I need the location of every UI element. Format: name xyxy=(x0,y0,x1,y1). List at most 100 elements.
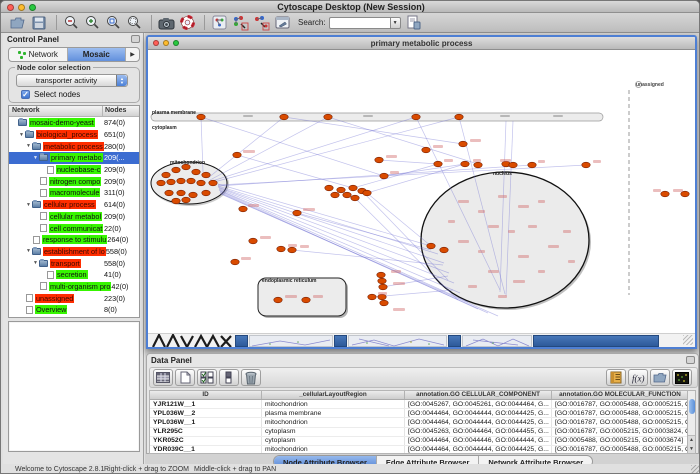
tree-column-nodes[interactable]: Nodes xyxy=(103,106,139,116)
birdseye-view-panel[interactable] xyxy=(8,321,140,452)
table-row[interactable]: YJR121W__1mitochondrion[GO:0045267, GO:0… xyxy=(150,400,689,409)
graph-node xyxy=(380,300,388,306)
title-bar[interactable]: Cytoscape Desktop (New Session) xyxy=(1,1,700,13)
node-label-decoration xyxy=(563,230,571,233)
tree-row[interactable]: ▼establishment of lo558(0) xyxy=(9,246,139,258)
node-label-decoration xyxy=(468,285,477,288)
network-graph[interactable] xyxy=(148,50,695,336)
unselect-attributes-icon[interactable] xyxy=(219,369,239,386)
tree-expand-icon[interactable]: ▼ xyxy=(25,143,32,149)
table-column-header[interactable]: ID xyxy=(150,391,262,399)
copy-network-icon[interactable] xyxy=(252,14,270,31)
graph-node xyxy=(440,247,448,253)
table-scrollbar[interactable]: ▲▼ xyxy=(687,390,696,454)
table-column-header[interactable]: annotation.GO CELLULAR_COMPONENT xyxy=(405,391,552,399)
tab-network[interactable]: Network xyxy=(9,48,68,61)
table-row[interactable]: YPL036W__2plasma membrane[GO:0044464, GO… xyxy=(150,409,689,418)
tree-expand-icon[interactable]: ▼ xyxy=(32,155,39,161)
table-row[interactable]: YLR295Ccytoplasm[GO:0045263, GO:0044464,… xyxy=(150,428,689,437)
attribute-grid-icon[interactable] xyxy=(153,369,173,386)
search-input[interactable] xyxy=(329,17,391,29)
tree-row[interactable]: ▼biological_process651(0) xyxy=(9,129,139,141)
tree-expand-icon[interactable]: ▼ xyxy=(25,202,32,208)
tree-row[interactable]: response to stimulu264(0) xyxy=(9,234,139,246)
tree-row[interactable]: unassigned223(0) xyxy=(9,292,139,304)
graph-node xyxy=(474,162,482,168)
tree-row[interactable]: nucleobase-c209(0) xyxy=(9,164,139,176)
tree-row[interactable]: secretion41(0) xyxy=(9,269,139,281)
tree-row[interactable]: nitrogen compo209(0) xyxy=(9,175,139,187)
network-window-titlebar[interactable]: primary metabolic process xyxy=(148,37,695,50)
tree-row[interactable]: ▼metabolic process280(0) xyxy=(9,140,139,152)
toolbar-separator xyxy=(151,15,152,30)
tree-expand-icon[interactable]: ▼ xyxy=(25,248,32,254)
open-file-icon[interactable] xyxy=(9,14,27,31)
save-icon[interactable] xyxy=(30,14,48,31)
file-icon xyxy=(47,166,54,174)
help-lifesaver-icon[interactable] xyxy=(178,14,196,31)
attribute-matrix-icon[interactable] xyxy=(672,369,692,386)
tree-expand-icon[interactable]: ▼ xyxy=(32,260,39,266)
tree-row[interactable]: ▼cellular process614(0) xyxy=(9,199,139,211)
formula-icon[interactable]: f(x) xyxy=(628,369,648,386)
zoom-in-icon[interactable] xyxy=(83,14,101,31)
float-data-panel-icon[interactable] xyxy=(686,356,695,364)
tree-row-node-count: 651(0) xyxy=(104,130,139,139)
new-network-icon[interactable] xyxy=(210,14,228,31)
node-color-dropdown[interactable]: transporter activity ▲▼ xyxy=(16,74,128,87)
tree-row[interactable]: ▼primary metabo209(... xyxy=(9,152,139,164)
table-cell: [GO:0016787, GO:0005488, GO:0005215, G..… xyxy=(552,400,689,408)
tab-mosaic[interactable]: Mosaic xyxy=(68,48,127,61)
table-cell: [GO:0016787, GO:0005488, GO:0005215, G..… xyxy=(552,446,689,454)
zoom-out-icon[interactable] xyxy=(62,14,80,31)
search-dropdown-arrow[interactable]: ▼ xyxy=(391,17,401,29)
tree-row-label: secretion xyxy=(56,270,88,279)
tree-row[interactable]: cellular metabol209(0) xyxy=(9,211,139,223)
select-nodes-checkbox[interactable]: ✓ xyxy=(21,90,30,99)
app-resize-grip[interactable] xyxy=(691,465,700,474)
new-attribute-icon[interactable] xyxy=(175,369,195,386)
tree-column-network[interactable]: Network xyxy=(9,106,103,116)
scrollbar-thumb[interactable] xyxy=(689,399,695,414)
tree-row-label: cellular process xyxy=(43,200,96,209)
tree-row-label: cellular metabol xyxy=(49,212,102,221)
folder-icon xyxy=(32,143,41,150)
network-canvas[interactable]: plasma membrane cytoplasm mitochondrion … xyxy=(148,50,695,336)
zoom-selected-icon[interactable] xyxy=(104,14,122,31)
snapshot-camera-icon[interactable] xyxy=(157,14,175,31)
network-view-window[interactable]: primary metabolic process plasma membran… xyxy=(146,35,697,349)
tree-row[interactable]: mosaic-demo-yeast874(0) xyxy=(9,117,139,129)
import-network-icon[interactable] xyxy=(405,14,423,31)
tree-expand-icon[interactable]: ▼ xyxy=(18,132,25,138)
table-cell: mitochondrion xyxy=(262,418,405,426)
tree-row[interactable]: multi-organism pro42(0) xyxy=(9,281,139,293)
graph-node xyxy=(378,294,386,300)
table-column-header[interactable]: _cellularLayoutRegion xyxy=(262,391,405,399)
tree-row[interactable]: ▼transport558(0) xyxy=(9,257,139,269)
network-window-resize-grip[interactable] xyxy=(683,335,693,345)
table-row[interactable]: YPL036W__1mitochondrion[GO:0044464, GO:0… xyxy=(150,418,689,427)
tab-overflow-arrow[interactable]: ▶ xyxy=(126,48,139,61)
graph-node xyxy=(337,187,345,193)
table-row[interactable]: YKR052Ccytoplasm[GO:0044464, GO:0044446,… xyxy=(150,437,689,446)
folder-icon xyxy=(25,131,34,138)
annotation-icon[interactable] xyxy=(273,14,291,31)
attribute-table[interactable]: ID_cellularLayoutRegionannotation.GO CEL… xyxy=(149,390,690,454)
table-column-header[interactable]: annotation.GO MOLECULAR_FUNCTION xyxy=(552,391,689,399)
graph-node xyxy=(412,114,420,120)
tree-row[interactable]: cell communicat22(0) xyxy=(9,222,139,234)
tree-row[interactable]: macromolecule311(0) xyxy=(9,187,139,199)
expand-network-icon[interactable] xyxy=(231,14,249,31)
node-label-decoration xyxy=(538,270,545,273)
table-row[interactable]: YDR039C__1mitochondrion[GO:0044464, GO:0… xyxy=(150,446,689,454)
select-attributes-icon[interactable] xyxy=(197,369,217,386)
delete-attribute-trash-icon[interactable] xyxy=(241,369,261,386)
tree-row[interactable]: Overview8(0) xyxy=(9,304,139,316)
float-panel-icon[interactable] xyxy=(131,35,140,43)
graph-node xyxy=(661,191,669,197)
import-attributes-folder-icon[interactable] xyxy=(650,369,670,386)
node-label-decoration xyxy=(488,225,499,228)
zoom-fit-icon[interactable] xyxy=(125,14,143,31)
attribute-batch-icon[interactable] xyxy=(606,369,626,386)
scrollbar-arrows[interactable]: ▲▼ xyxy=(688,435,695,453)
